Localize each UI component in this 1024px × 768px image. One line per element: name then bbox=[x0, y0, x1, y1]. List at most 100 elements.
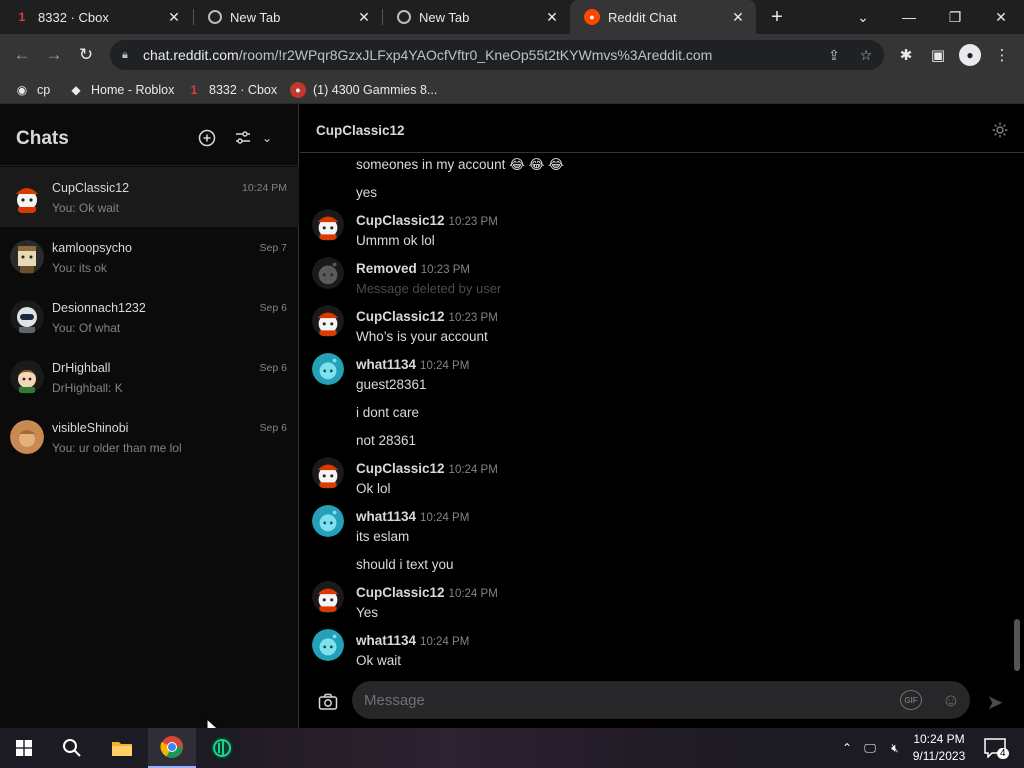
message-text: Who’s is your account bbox=[356, 329, 488, 344]
chrome-taskbar-icon[interactable] bbox=[148, 728, 196, 768]
chevron-down-icon[interactable]: ⌄ bbox=[257, 128, 277, 148]
scrollbar-thumb[interactable] bbox=[1014, 619, 1020, 671]
file-explorer-icon[interactable] bbox=[98, 728, 146, 768]
notification-center-icon[interactable]: 4 bbox=[980, 728, 1010, 768]
volume-muted-icon[interactable]: 🔇︎ bbox=[884, 728, 906, 768]
tab-new-tab-2[interactable]: New Tab ✕ bbox=[383, 0, 570, 34]
message-author[interactable]: CupClassic12 10:23 PM bbox=[356, 213, 498, 228]
filter-icon[interactable] bbox=[233, 128, 253, 148]
chat-date: Sep 6 bbox=[259, 362, 287, 374]
new-chat-icon[interactable] bbox=[197, 128, 217, 148]
side-panel-icon[interactable]: ▣ bbox=[927, 44, 949, 66]
message-time: 10:23 PM bbox=[420, 264, 471, 276]
tab-reddit-chat[interactable]: ● Reddit Chat ✕ bbox=[570, 0, 756, 34]
tab-cbox[interactable]: 1 8332 · Cbox ✕ bbox=[0, 0, 192, 34]
chat-item-kamloopsycho[interactable]: kamloopsycho You: its ok Sep 7 bbox=[0, 227, 299, 287]
chat-preview: You: Ok wait bbox=[52, 201, 119, 215]
emoji-icon[interactable]: ☺ bbox=[940, 689, 962, 711]
bookmark-roblox[interactable]: ◆ Home - Roblox bbox=[68, 81, 174, 99]
chat-item-cupclassic12[interactable]: CupClassic12 You: Ok wait 10:24 PM bbox=[0, 167, 299, 227]
clock-time: 10:24 PM bbox=[913, 732, 965, 746]
tab-search-icon[interactable]: ⌄ bbox=[840, 0, 886, 34]
back-icon[interactable]: ← bbox=[10, 43, 34, 67]
avatar[interactable] bbox=[312, 353, 344, 385]
address-bar[interactable]: 🔒︎ chat.reddit.com/room/!r2WPqr8GzxJLFxp… bbox=[110, 40, 884, 70]
avatar[interactable] bbox=[312, 457, 344, 489]
message-author[interactable]: CupClassic12 10:24 PM bbox=[356, 585, 498, 600]
message-author[interactable]: what1134 10:24 PM bbox=[356, 509, 469, 524]
chat-date: Sep 7 bbox=[259, 242, 287, 254]
url-text: chat.reddit.com/room/!r2WPqr8GzxJLFxp4YA… bbox=[143, 47, 712, 63]
avatar[interactable] bbox=[312, 305, 344, 337]
avatar bbox=[10, 420, 44, 454]
chat-name: Desionnach1232 bbox=[52, 301, 146, 315]
close-icon[interactable]: ✕ bbox=[356, 9, 372, 25]
message-author[interactable]: CupClassic12 10:24 PM bbox=[356, 461, 498, 476]
tab-new-tab-1[interactable]: New Tab ✕ bbox=[194, 0, 382, 34]
share-icon[interactable]: ⇪ bbox=[824, 45, 844, 65]
conversation-header: CupClassic12 bbox=[300, 104, 1024, 153]
chat-name: CupClassic12 bbox=[52, 181, 130, 195]
message-time: 10:24 PM bbox=[420, 636, 470, 648]
forward-icon[interactable]: → bbox=[42, 43, 66, 67]
gear-icon[interactable] bbox=[991, 121, 1009, 139]
network-icon[interactable]: 🖵︎ bbox=[860, 728, 880, 768]
avatar[interactable] bbox=[312, 209, 344, 241]
cbox-icon: 1 bbox=[190, 83, 198, 97]
close-icon[interactable]: ✕ bbox=[730, 9, 746, 25]
windows-start-icon[interactable] bbox=[0, 728, 48, 768]
bookmark-cbox[interactable]: 1 8332 · Cbox bbox=[186, 81, 277, 99]
bookmarks-bar: ◉ cp ◆ Home - Roblox 1 8332 · Cbox ● (1)… bbox=[0, 76, 1024, 104]
message-time: 10:24 PM bbox=[448, 588, 498, 600]
avatar bbox=[312, 257, 344, 289]
bookmark-cp[interactable]: ◉ cp bbox=[14, 81, 50, 99]
close-icon[interactable]: ✕ bbox=[166, 9, 182, 25]
chrome-icon bbox=[208, 10, 222, 24]
message-input[interactable] bbox=[364, 690, 864, 710]
message-text: i dont care bbox=[356, 405, 420, 420]
message-author[interactable]: what1134 10:24 PM bbox=[356, 633, 469, 648]
avatar bbox=[10, 180, 44, 214]
close-window-button[interactable]: ✕ bbox=[978, 0, 1024, 34]
avatar-icon: ● bbox=[290, 82, 306, 98]
menu-icon[interactable]: ⋮ bbox=[991, 44, 1013, 66]
conversation-panel: CupClassic12 someones in my account 😂 😂 … bbox=[300, 104, 1024, 728]
chrome-icon bbox=[397, 10, 411, 24]
extensions-icon[interactable]: ✱ bbox=[895, 44, 917, 66]
chat-item-visibleshinobi[interactable]: visibleShinobi You: ur older than me lol… bbox=[0, 407, 299, 467]
taskbar-clock[interactable]: 10:24 PM 9/11/2023 bbox=[906, 731, 972, 765]
restore-button[interactable]: ❐ bbox=[932, 0, 978, 34]
send-icon[interactable]: ➤ bbox=[983, 690, 1007, 714]
deleted-message-text: Message deleted by user bbox=[356, 281, 502, 296]
avatar[interactable] bbox=[312, 629, 344, 661]
camera-icon[interactable] bbox=[317, 691, 339, 713]
chat-item-drhighball[interactable]: DrHighball DrHighball: K Sep 6 bbox=[0, 347, 299, 407]
bookmark-star-icon[interactable]: ☆ bbox=[856, 45, 876, 65]
message-author[interactable]: CupClassic12 10:23 PM bbox=[356, 309, 498, 324]
close-icon[interactable]: ✕ bbox=[544, 9, 560, 25]
chat-sidebar: Chats ⌄ CupClassic12 You: Ok wait 10:24 … bbox=[0, 104, 299, 728]
tray-chevron-icon[interactable]: ⌃ bbox=[838, 728, 856, 768]
gif-button[interactable]: GIF bbox=[900, 690, 922, 710]
message-text: yes bbox=[356, 185, 378, 200]
search-icon[interactable] bbox=[48, 728, 96, 768]
message-list[interactable]: someones in my account 😂 😂 😂 yes CupClas… bbox=[300, 153, 1024, 672]
minimize-button[interactable]: — bbox=[886, 0, 932, 34]
new-tab-button[interactable]: + bbox=[765, 5, 789, 29]
chat-item-desionnach1232[interactable]: Desionnach1232 You: Of what Sep 6 bbox=[0, 287, 299, 347]
tab-title: New Tab bbox=[419, 9, 470, 25]
avatar[interactable] bbox=[312, 505, 344, 537]
message-author[interactable]: what1134 10:24 PM bbox=[356, 357, 469, 372]
reddit-icon: ● bbox=[584, 9, 600, 25]
windows-taskbar: ⌃ 🖵︎ 🔇︎ 10:24 PM 9/11/2023 4 bbox=[0, 728, 1024, 768]
profile-icon[interactable]: ● bbox=[959, 44, 981, 66]
reload-icon[interactable]: ↻ bbox=[74, 43, 98, 67]
avatar[interactable] bbox=[312, 581, 344, 613]
chat-name: kamloopsycho bbox=[52, 241, 132, 255]
chat-date: 10:24 PM bbox=[242, 182, 287, 194]
message-time: 10:23 PM bbox=[448, 312, 498, 324]
bookmark-gammies[interactable]: ● (1) 4300 Gammies 8... bbox=[290, 81, 437, 99]
avatar bbox=[10, 360, 44, 394]
roblox-icon: ◆ bbox=[71, 83, 81, 97]
app-taskbar-icon[interactable] bbox=[198, 728, 246, 768]
